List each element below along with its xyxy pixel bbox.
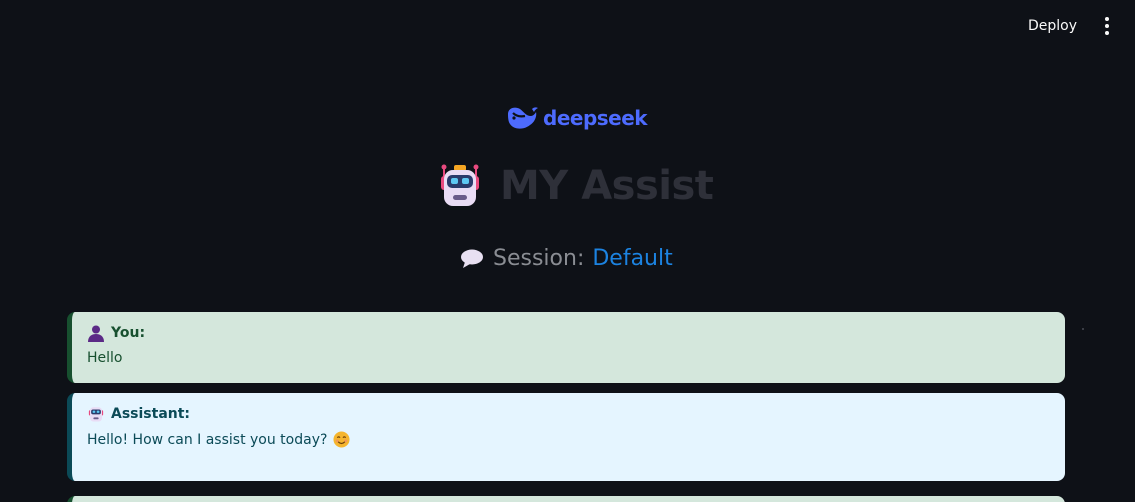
user-message: You: Hello — [67, 312, 1065, 383]
vertical-ellipsis-icon[interactable] — [1097, 14, 1117, 38]
page-title-text: MY Assist — [500, 163, 714, 209]
deploy-button[interactable]: Deploy — [1018, 12, 1087, 40]
next-message-peek — [67, 496, 1065, 502]
page-title: MY Assist — [436, 162, 714, 210]
message-text: Hello — [87, 350, 123, 366]
smiling-face-icon — [333, 431, 350, 448]
message-header: You: — [87, 324, 1050, 342]
message-header: Assistant: — [87, 405, 1050, 423]
session-label: Session: — [493, 246, 585, 271]
app-page: Deploy deepseek MY Assist Session: Defau… — [0, 0, 1135, 502]
message-text-row: Hello! How can I assist you today? — [87, 431, 1050, 448]
session-indicator: Session: Default — [459, 246, 673, 271]
deepseek-whale-icon — [508, 107, 538, 129]
robot-icon — [441, 164, 479, 206]
scroll-marker — [1082, 328, 1084, 330]
top-toolbar: Deploy — [1018, 0, 1135, 52]
message-role: Assistant: — [111, 406, 191, 422]
session-name: Default — [592, 246, 673, 271]
user-silhouette-icon — [88, 325, 104, 342]
robot-icon — [88, 407, 104, 422]
deepseek-logo: deepseek — [505, 104, 648, 132]
speech-bubble-icon — [461, 249, 483, 268]
message-text-row: Hello — [87, 350, 1050, 366]
logo-text: deepseek — [543, 106, 648, 130]
message-role: You: — [111, 325, 146, 341]
assistant-message: Assistant: Hello! How can I assist you t… — [67, 393, 1065, 481]
message-text: Hello! How can I assist you today? — [87, 431, 328, 448]
